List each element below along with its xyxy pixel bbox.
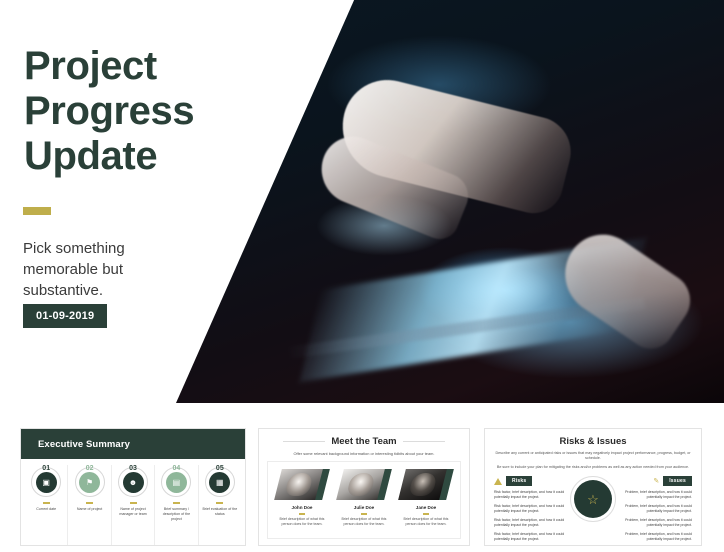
warning-triangle-icon: [494, 477, 502, 485]
risks-column: Risks Risk factor, brief description, an…: [494, 476, 570, 545]
exec-item: 01 ▣ Current date: [25, 465, 69, 545]
date-badge: 01-09-2019: [23, 304, 108, 328]
team-member: Jane Doe Brief description of what this …: [395, 469, 457, 534]
thumbnail-meet-the-team[interactable]: Meet the Team Offer some relevant backgr…: [258, 428, 470, 546]
divider-left: [283, 441, 326, 442]
team-member-description: Brief description of what this person do…: [279, 516, 325, 526]
exec-item-number: 04: [172, 465, 181, 472]
divider-right: [402, 441, 445, 442]
hero-photo: [176, 0, 724, 403]
gold-accent-bar: [23, 207, 51, 215]
team-slide-content: Meet the Team Offer some relevant backgr…: [259, 429, 469, 545]
gold-dash: [86, 502, 94, 504]
risks-description-1: Describe any current or anticipated risk…: [495, 451, 691, 461]
exec-summary-items: 01 ▣ Current date 02 ⚑ Name of project 0…: [21, 459, 245, 545]
exec-item-label: Brief evaluation of the status: [202, 507, 238, 516]
risk-item: Risk factor, brief description, and how …: [494, 490, 565, 500]
issues-column: ✎ Issues Problem, brief description, and…: [616, 476, 692, 545]
exec-summary-title: Executive Summary: [21, 429, 245, 459]
presentation-page: Project Progress Update Pick something m…: [0, 0, 724, 552]
team-title: Meet the Team: [331, 436, 397, 447]
flag-icon: ⚑: [79, 471, 101, 493]
avatar-photo: [274, 469, 323, 500]
risks-title: Risks & Issues: [559, 436, 627, 447]
gold-dash: [216, 502, 224, 504]
risk-item: Risk factor, brief description, and how …: [494, 504, 565, 514]
risks-description-2: Be sure to include your plan for mitigat…: [496, 464, 690, 469]
risks-center-graphic: ☆: [570, 476, 616, 523]
center-circle: ☆: [574, 480, 612, 519]
risks-badge: Risks: [506, 476, 533, 487]
team-member: Julie Doe Brief description of what this…: [333, 469, 395, 534]
thumbnail-risks-and-issues[interactable]: Risks & Issues Describe any current or a…: [484, 428, 702, 546]
exec-item-label: Current date: [36, 507, 57, 511]
gold-dash: [172, 502, 180, 504]
issues-badge: Issues: [663, 476, 692, 487]
exec-item-number: 02: [85, 465, 94, 472]
team-subtitle: Offer some relevant background informati…: [293, 451, 435, 456]
exec-item-number: 03: [129, 465, 137, 472]
avatar-photo: [336, 469, 385, 500]
center-ring: ☆: [570, 476, 616, 523]
thumbnail-executive-summary[interactable]: Executive Summary 01 ▣ Current date 02 ⚑: [20, 428, 246, 546]
team-title-row: Meet the Team: [267, 436, 461, 447]
avatar: [336, 469, 392, 500]
gold-dash: [42, 502, 50, 504]
issue-item: Problem, brief description, and how it c…: [625, 504, 692, 514]
issue-item: Problem, brief description, and how it c…: [625, 532, 692, 542]
exec-item: 03 ☻ Name of project manager or team: [112, 465, 156, 545]
team-member-description: Brief description of what this person do…: [341, 516, 387, 526]
team-member-name: John Doe: [291, 505, 313, 510]
gold-dash: [361, 513, 367, 515]
gold-dash: [299, 513, 305, 515]
avatar: [274, 469, 330, 500]
issue-item: Problem, brief description, and how it c…: [625, 490, 692, 500]
issue-item: Problem, brief description, and how it c…: [625, 518, 692, 528]
gold-dash: [129, 502, 137, 504]
risk-item: Risk factor, brief description, and how …: [494, 532, 565, 542]
document-icon: ▤: [165, 471, 187, 493]
team-member-name: Jane Doe: [415, 505, 437, 510]
person-icon: ☻: [122, 471, 144, 493]
hero-subtitle: Pick something memorable but substantive…: [23, 240, 125, 299]
exec-item: 05 ▦ Brief evaluation of the status: [199, 465, 241, 545]
risk-item: Risk factor, brief description, and how …: [494, 518, 565, 528]
exec-item-number: 01: [42, 465, 51, 472]
team-members: John Doe Brief description of what this …: [267, 461, 461, 539]
gold-dash: [423, 513, 429, 515]
exec-item-label: Name of project: [76, 507, 103, 511]
risks-header: Risks: [494, 476, 570, 487]
page-title: Project Progress Update: [24, 44, 195, 178]
team-member: John Doe Brief description of what this …: [271, 469, 333, 534]
slide-thumbnail-strip: Executive Summary 01 ▣ Current date 02 ⚑: [0, 428, 724, 552]
star-icon: ☆: [587, 491, 599, 507]
risks-slide-content: Risks & Issues Describe any current or a…: [485, 429, 701, 545]
team-member-name: Julie Doe: [353, 505, 375, 510]
hero-text-column: Project Progress Update Pick something m…: [0, 0, 215, 403]
pencil-icon: ✎: [653, 477, 660, 485]
exec-item-label: Name of project manager or team: [119, 507, 147, 516]
exec-item: 02 ⚑ Name of project: [68, 465, 112, 545]
avatar: [398, 469, 454, 500]
risks-columns: Risks Risk factor, brief description, an…: [494, 476, 692, 545]
team-member-description: Brief description of what this person do…: [403, 516, 449, 526]
issues-header: ✎ Issues: [616, 476, 692, 487]
exec-item: 04 ▤ Brief summary / description of the …: [155, 465, 199, 545]
avatar-photo: [398, 469, 447, 500]
report-icon: ▦: [209, 471, 231, 493]
exec-item-label: Brief summary / description of the proje…: [162, 507, 191, 521]
calendar-icon: ▣: [35, 471, 57, 493]
hero-slide: Project Progress Update Pick something m…: [0, 0, 724, 403]
exec-item-number: 05: [215, 465, 224, 472]
